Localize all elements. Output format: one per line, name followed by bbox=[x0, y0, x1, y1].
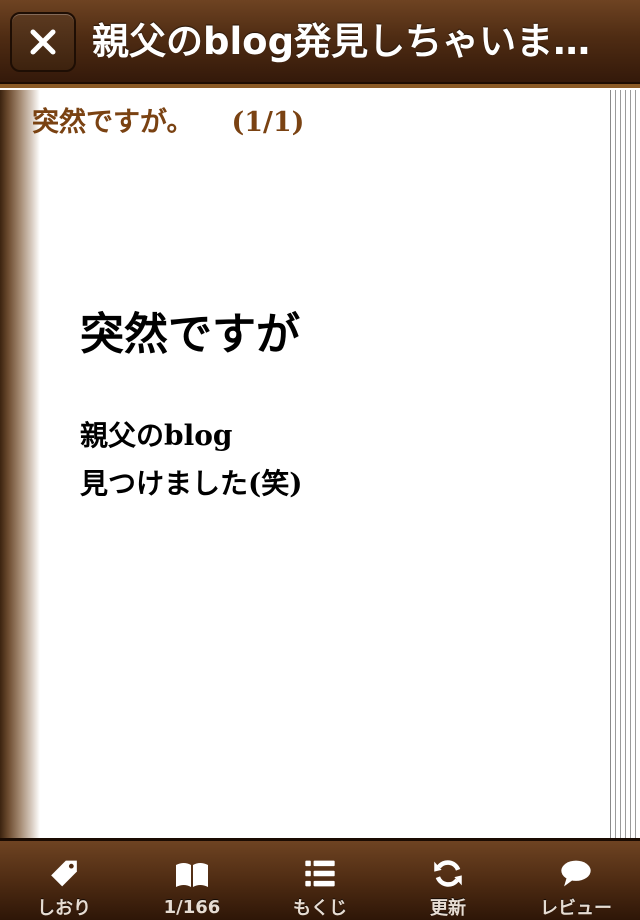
chapter-title: 突然ですが。 bbox=[32, 107, 194, 138]
tab-bar: しおり 1/166 もくじ 更新 レビュー bbox=[0, 838, 640, 920]
speech-bubble-icon bbox=[561, 860, 591, 887]
tab-label: もくじ bbox=[293, 898, 347, 919]
list-icon bbox=[305, 860, 335, 887]
body-text-line: 見つけました(笑) bbox=[80, 467, 303, 500]
tab-review[interactable]: レビュー bbox=[512, 841, 640, 920]
page-edges bbox=[610, 90, 640, 838]
chapter-heading: 突然ですが。 (1/1) bbox=[32, 100, 304, 139]
page-title: 親父のblog発見しちゃいました bbox=[92, 20, 622, 63]
chapter-page-indicator: (1/1) bbox=[231, 107, 305, 138]
bookmark-tag-icon bbox=[51, 860, 77, 887]
tab-update[interactable]: 更新 bbox=[384, 841, 512, 920]
tab-page[interactable]: 1/166 bbox=[128, 841, 256, 920]
close-button[interactable] bbox=[10, 12, 76, 72]
tab-label: レビュー bbox=[540, 898, 612, 919]
tab-label: 1/166 bbox=[163, 897, 221, 918]
tab-label: しおり bbox=[37, 898, 91, 919]
book-spine-shadow bbox=[0, 90, 40, 838]
close-icon bbox=[30, 29, 56, 55]
body-heading: 突然ですが bbox=[80, 309, 300, 360]
tab-contents[interactable]: もくじ bbox=[256, 841, 384, 920]
tab-label: 更新 bbox=[430, 898, 466, 919]
body-text-line: 親父のblog bbox=[80, 419, 233, 452]
book-page[interactable]: 突然ですが。 (1/1) 突然ですが 親父のblog 見つけました(笑) bbox=[0, 90, 640, 838]
tab-bookmark[interactable]: しおり bbox=[0, 841, 128, 920]
refresh-icon bbox=[434, 860, 462, 887]
open-book-icon bbox=[176, 863, 208, 887]
navigation-bar: 親父のblog発見しちゃいました bbox=[0, 0, 640, 88]
